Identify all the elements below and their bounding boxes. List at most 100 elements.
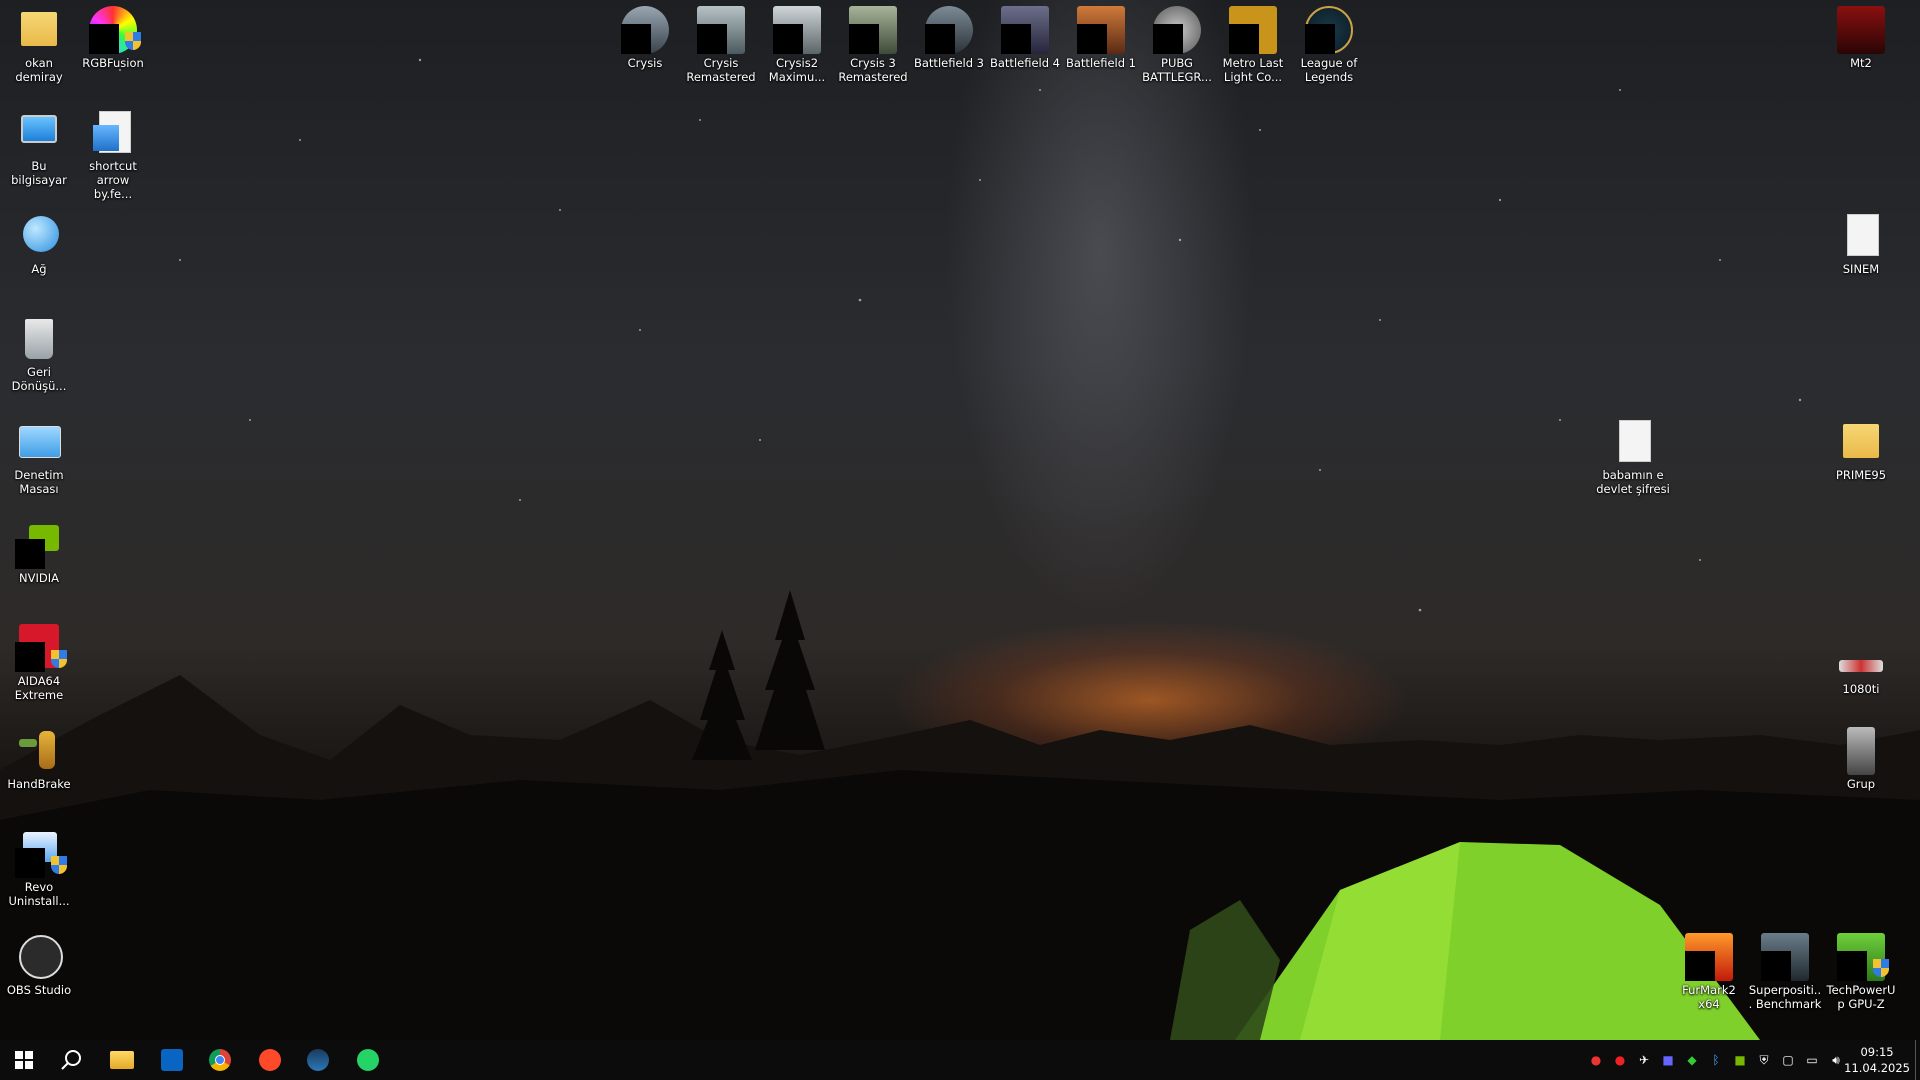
icon-label: Crysis 3 Remastered — [838, 56, 908, 84]
desktop-icon-shortcut-arrow[interactable]: shortcut arrow by.fe... — [74, 103, 152, 201]
icon-label: Grup — [1846, 777, 1876, 791]
icon-label: Revo Uninstall... — [8, 880, 70, 908]
icon-label: RGBFusion — [82, 56, 144, 70]
nvidia-icon — [15, 521, 63, 569]
whatsapp-icon — [357, 1049, 379, 1071]
desktop-icon-pubg[interactable]: PUBG BATTLEGR... — [1138, 0, 1216, 84]
desktop-icon-crysis3[interactable]: Crysis 3 Remastered — [834, 0, 912, 84]
handbrake-icon — [15, 727, 63, 775]
folder-icon — [110, 1051, 134, 1069]
desktop-icon-crysis-remastered[interactable]: Crysis Remastered — [682, 0, 760, 84]
metro-icon — [1229, 6, 1277, 54]
desktop-icon-control-panel[interactable]: Denetim Masası — [0, 412, 78, 496]
league-of-legends-icon — [1305, 6, 1353, 54]
tray-microphone-icon[interactable]: ● — [1588, 1052, 1604, 1068]
desktop-icon-sinem[interactable]: SINEM — [1822, 206, 1900, 276]
steam-icon — [307, 1049, 329, 1071]
image-file-icon — [1837, 727, 1885, 775]
desktop-icon-okan-demiray[interactable]: okan demiray — [0, 0, 78, 84]
mt2-icon — [1837, 6, 1885, 54]
icon-label: Ağ — [31, 262, 47, 276]
tray-volume-icon[interactable]: 🔊︎ — [1828, 1052, 1844, 1068]
taskbar-outlook[interactable] — [148, 1040, 196, 1080]
text-file-icon — [1609, 418, 1657, 466]
desktop-icon-rgbfusion[interactable]: RGBFusion — [74, 0, 152, 70]
tray-meet-icon[interactable]: ▢ — [1780, 1052, 1796, 1068]
desktop-icon-obs-studio[interactable]: OBS Studio — [0, 927, 78, 997]
desktop-icon-league-of-legends[interactable]: League of Legends — [1290, 0, 1368, 84]
battlefield1-icon — [1077, 6, 1125, 54]
tray-record-icon[interactable]: ● — [1612, 1052, 1628, 1068]
tray-bluetooth-icon[interactable]: ᛒ — [1708, 1052, 1724, 1068]
tray-security-icon[interactable]: ⛨ — [1756, 1052, 1772, 1068]
desktop-icon-aida64[interactable]: AIDA64 Extreme — [0, 618, 78, 702]
aida64-icon — [15, 624, 67, 672]
ea-icon — [259, 1049, 281, 1071]
taskbar-file-explorer[interactable] — [98, 1040, 146, 1080]
icon-label: okan demiray — [15, 56, 63, 84]
revo-uninstaller-icon — [15, 830, 67, 878]
tray-network-icon[interactable]: ▭ — [1804, 1052, 1820, 1068]
tray-monitor-icon[interactable]: ■ — [1660, 1052, 1676, 1068]
taskbar-chrome[interactable] — [196, 1040, 244, 1080]
desktop-icon-gpuz[interactable]: TechPowerUp GPU-Z — [1822, 927, 1900, 1011]
user-folder-icon — [15, 6, 63, 54]
icon-label: NVIDIA — [19, 571, 59, 585]
tray-nvidia-icon[interactable]: ■ — [1732, 1052, 1748, 1068]
icon-label: Crysis2 Maximu... — [768, 56, 826, 84]
icon-label: OBS Studio — [6, 983, 72, 997]
icon-label: Bu bilgisayar — [11, 159, 67, 187]
desktop-icon-babamin-e-devlet[interactable]: babamın e devlet şifresi — [1594, 412, 1672, 496]
network-globe-icon — [15, 212, 63, 260]
gpuz-icon — [1837, 933, 1889, 981]
desktop-icon-revo-uninstaller[interactable]: Revo Uninstall... — [0, 824, 78, 908]
show-desktop-button[interactable] — [1915, 1040, 1920, 1080]
taskbar-steam[interactable] — [294, 1040, 342, 1080]
desktop-icon-handbrake[interactable]: HandBrake — [0, 721, 78, 791]
taskbar-whatsapp[interactable] — [344, 1040, 392, 1080]
furmark-icon — [1685, 933, 1733, 981]
search-button[interactable] — [48, 1040, 96, 1080]
windows-logo-icon — [15, 1051, 33, 1069]
desktop-icon-battlefield3[interactable]: Battlefield 3 — [910, 0, 988, 70]
clock-date: 11.04.2025 — [1844, 1061, 1910, 1075]
obs-icon — [15, 933, 63, 981]
icon-label: Metro Last Light Co... — [1222, 56, 1284, 84]
desktop-icon-1080ti[interactable]: 1080ti — [1822, 640, 1900, 696]
icon-label: Superpositi... Benchmark — [1748, 983, 1822, 1011]
desktop-icon-this-pc[interactable]: Bu bilgisayar — [0, 103, 78, 187]
desktop-icon-grup[interactable]: Grup — [1822, 721, 1900, 791]
start-button[interactable] — [0, 1040, 48, 1080]
battlefield3-icon — [925, 6, 973, 54]
desktop-icon-mt2[interactable]: Mt2 — [1822, 0, 1900, 70]
desktop-icon-battlefield1[interactable]: Battlefield 1 — [1062, 0, 1140, 70]
desktop-wallpaper — [0, 0, 1920, 1040]
desktop-icon-crysis2[interactable]: Crysis2 Maximu... — [758, 0, 836, 84]
tray-rgb-icon[interactable]: ◆ — [1684, 1052, 1700, 1068]
icon-label: FurMark2 x64 — [1682, 983, 1736, 1011]
tray-airplane-icon[interactable]: ✈ — [1636, 1052, 1652, 1068]
crysis2-icon — [773, 6, 821, 54]
icon-label: SINEM — [1842, 262, 1880, 276]
icon-label: Battlefield 3 — [913, 56, 984, 70]
desktop-icon-recycle-bin[interactable]: Geri Dönüşü... — [0, 309, 78, 393]
desktop-icon-crysis[interactable]: Crysis — [606, 0, 684, 70]
superposition-icon — [1761, 933, 1809, 981]
desktop-icon-nvidia[interactable]: NVIDIA — [0, 515, 78, 585]
taskbar-ea-app[interactable] — [246, 1040, 294, 1080]
computer-icon — [15, 109, 63, 157]
icon-label: Battlefield 1 — [1065, 56, 1136, 70]
desktop-icon-superposition[interactable]: Superpositi... Benchmark — [1746, 927, 1824, 1011]
desktop-icon-network[interactable]: Ağ — [0, 206, 78, 276]
taskbar-clock[interactable]: 09:15 11.04.2025 — [1844, 1044, 1910, 1076]
icon-label: Crysis — [627, 56, 663, 70]
desktop-icon-prime95[interactable]: PRIME95 — [1822, 412, 1900, 482]
icon-label: Mt2 — [1850, 56, 1872, 70]
desktop-icon-metro[interactable]: Metro Last Light Co... — [1214, 0, 1292, 84]
desktop-icon-furmark[interactable]: FurMark2 x64 — [1670, 927, 1748, 1011]
crysis-icon — [621, 6, 669, 54]
recycle-bin-icon — [15, 315, 63, 363]
icon-label: PRIME95 — [1835, 468, 1887, 482]
desktop-icon-battlefield4[interactable]: Battlefield 4 — [986, 0, 1064, 70]
search-icon — [61, 1050, 81, 1070]
